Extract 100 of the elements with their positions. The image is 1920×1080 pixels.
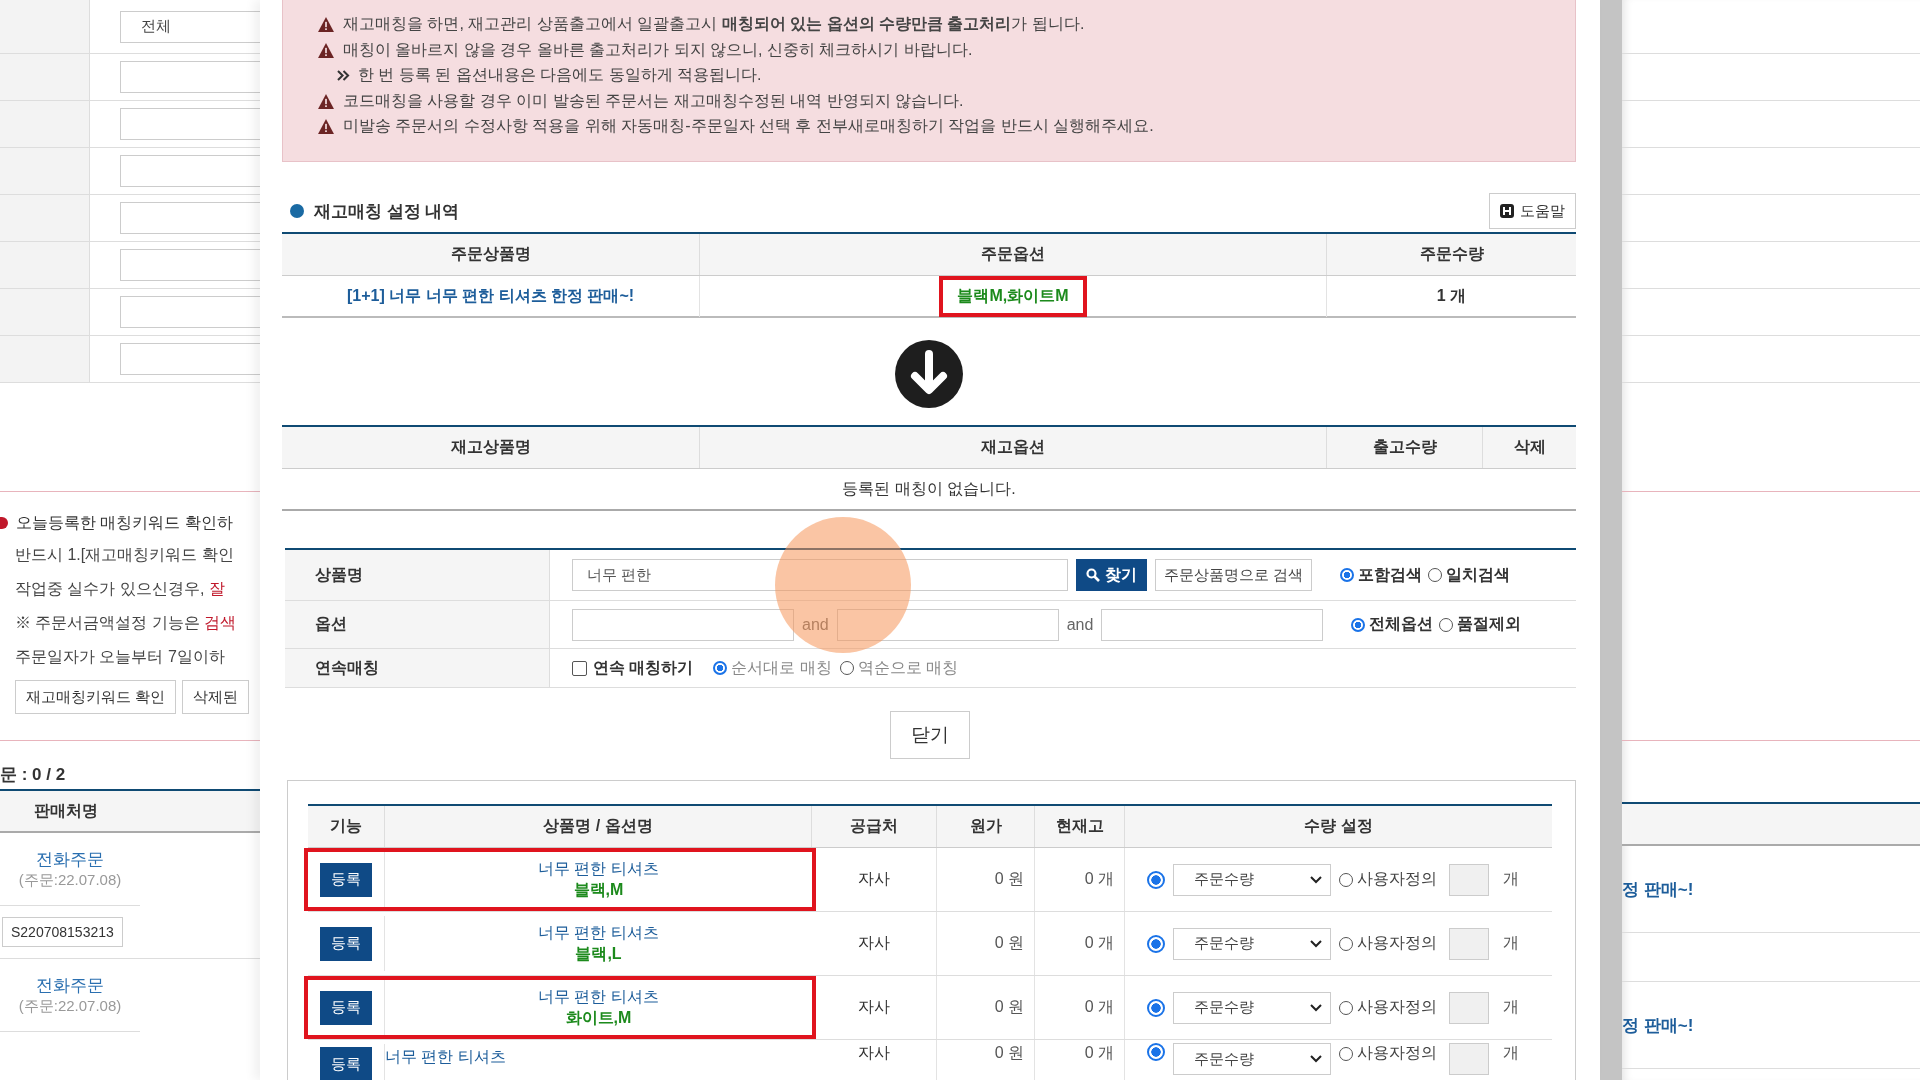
filter-field[interactable] — [120, 155, 260, 187]
radio-button[interactable] — [1147, 1043, 1165, 1061]
order-code: S220708153213 — [2, 917, 123, 947]
warning-icon — [317, 118, 335, 136]
unit-label: 개 — [1503, 933, 1519, 953]
notice-line: 작업중 실수가 있으신경우, 잘 — [14, 579, 226, 599]
warning-icon — [317, 92, 335, 110]
quantity-select[interactable]: 주문수량 — [1173, 1043, 1331, 1075]
radio-option[interactable]: 사용자정의 — [1339, 1043, 1437, 1064]
filter-field[interactable] — [120, 108, 260, 140]
unit-label: 개 — [1503, 1043, 1519, 1063]
checkbox-option[interactable]: 연속 매칭하기 — [572, 657, 694, 679]
radio-button[interactable] — [1147, 870, 1165, 889]
column-header: 수량 설정 — [1303, 816, 1374, 836]
product-name[interactable]: 너무 편한 티셔츠 — [385, 1047, 506, 1068]
caret-icon — [1310, 875, 1322, 884]
column-header: 주문상품명 — [282, 234, 700, 275]
and-label: and — [802, 615, 829, 634]
radio-option[interactable]: 전체옵션 — [1351, 614, 1434, 635]
help-button[interactable]: 도움말 — [1489, 193, 1576, 229]
warning-text: 코드매칭을 사용할 경우 이미 발송된 주문서는 재고매칭수정된 내역 반영되지 않습니다. — [343, 90, 964, 111]
notice-line: 주문일자가 오늘부터 7일이하 — [14, 647, 226, 667]
supplier: 자사 — [858, 933, 890, 953]
column-header: 원가 — [937, 806, 1035, 847]
cost: 0 원 — [994, 1043, 1024, 1063]
order-name-search-button[interactable]: 주문상품명으로 검색 — [1155, 559, 1313, 591]
order-date: (주문:22.07.08) — [18, 997, 122, 1016]
radio-option[interactable]: 포함검색 — [1340, 564, 1423, 586]
quantity-select[interactable]: 주문수량 — [1173, 863, 1331, 896]
quantity-select[interactable]: 주문수량 — [1173, 927, 1331, 960]
filter-field[interactable] — [120, 296, 260, 328]
field-label: 연속매칭 — [285, 649, 550, 687]
option-field[interactable] — [1101, 608, 1324, 641]
scrollbar[interactable] — [1600, 0, 1622, 1080]
column-header: 재고옵션 — [700, 427, 1327, 468]
product-link[interactable]: [1+1] 너무 너무 편한 티셔츠 한정 판매~! — [346, 286, 635, 307]
option-field[interactable] — [572, 608, 794, 641]
product-name[interactable]: 너무 편한 티셔츠 — [538, 986, 659, 1008]
cost: 0 원 — [994, 869, 1024, 889]
register-button[interactable]: 등록 — [320, 926, 372, 961]
notice-title: 오늘등록한 매칭키워드 확인하 — [16, 512, 233, 533]
section-title: 재고매칭 설정 내역 — [314, 200, 460, 223]
notice-button[interactable]: 재고매칭키워드 확인 — [15, 680, 177, 714]
radio-option[interactable]: 사용자정의 — [1339, 869, 1437, 890]
radio-option[interactable]: 사용자정의 — [1339, 933, 1437, 954]
column-header: 주문옵션 — [700, 234, 1327, 275]
product-name[interactable]: 너무 편한 티셔츠 — [538, 922, 659, 944]
column-header: 출고수량 — [1327, 427, 1483, 468]
order-option: 블랙M,화이트M — [939, 276, 1087, 317]
warning-icon — [317, 41, 335, 59]
custom-quantity-field[interactable] — [1449, 927, 1489, 960]
filter-field[interactable] — [120, 61, 260, 93]
radio-button[interactable] — [1147, 934, 1165, 953]
supplier: 자사 — [858, 1043, 890, 1063]
column-header: 삭제 — [1512, 437, 1547, 457]
column-header: 공급처 — [812, 806, 937, 847]
unit-label: 개 — [1503, 869, 1519, 889]
warning-icon — [317, 16, 335, 34]
radio-button[interactable] — [1147, 998, 1165, 1017]
column-header: 상품명 / 옵션명 — [385, 806, 812, 847]
product-name[interactable]: 너무 편한 티셔츠 — [538, 858, 659, 880]
filter-field[interactable] — [120, 249, 260, 281]
seller-link[interactable]: 전화주문 — [36, 848, 104, 871]
custom-quantity-field[interactable] — [1449, 863, 1489, 896]
radio-option[interactable]: 일치검색 — [1428, 564, 1511, 586]
custom-quantity-field[interactable] — [1449, 991, 1489, 1024]
register-button[interactable]: 등록 — [320, 990, 372, 1025]
supplier: 자사 — [858, 869, 890, 889]
field-label: 옵션 — [285, 601, 550, 648]
column-header: 기능 — [308, 806, 385, 847]
option-name: 블랙,M — [573, 879, 624, 900]
product-link[interactable]: 정 판매~! — [1622, 1013, 1694, 1037]
column-header: 주문수량 — [1418, 244, 1485, 264]
register-button[interactable]: 등록 — [320, 1047, 372, 1080]
filter-field[interactable] — [120, 202, 260, 234]
notice-button[interactable]: 삭제된 — [182, 680, 250, 714]
register-button[interactable]: 등록 — [320, 862, 372, 897]
quantity-select[interactable]: 주문수량 — [1173, 991, 1331, 1024]
seller-link[interactable]: 전화주문 — [36, 974, 104, 997]
close-button[interactable]: 닫기 — [890, 711, 970, 759]
filter-field[interactable]: 전체 — [120, 10, 260, 43]
caret-icon — [1310, 1003, 1322, 1012]
radio-option[interactable]: 품절제외 — [1439, 614, 1522, 635]
option-field[interactable] — [836, 608, 1059, 641]
caret-icon — [1310, 1055, 1322, 1063]
filter-field[interactable] — [120, 343, 260, 375]
warning-text: 재고매칭을 하면, 재고관리 상품출고에서 일괄출고시 매칭되어 있는 옵션의 수량만큼 출고처리가 됩니다. — [343, 14, 1085, 35]
bullet-icon — [290, 204, 304, 218]
field-label: 상품명 — [285, 550, 550, 600]
notice-line: ※ 주문서금액설정 기능은 검색 — [14, 613, 238, 633]
double-chevron-icon — [337, 70, 350, 82]
column-header: 현재고 — [1035, 806, 1125, 847]
column-header: 재고상품명 — [282, 427, 700, 468]
help-icon — [1500, 204, 1514, 218]
custom-quantity-field[interactable] — [1449, 1043, 1489, 1075]
warning-text: 미발송 주문서의 수정사항 적용을 위해 자동매칭-주문일자 선택 후 전부새로매칭하기 작업을 반드시 실행해주세요. — [343, 116, 1154, 137]
product-name-field[interactable]: 너무 편한 — [572, 559, 1068, 591]
product-link[interactable]: 정 판매~! — [1622, 877, 1694, 901]
radio-option[interactable]: 사용자정의 — [1339, 997, 1437, 1018]
find-button[interactable]: 찾기 — [1076, 559, 1147, 591]
